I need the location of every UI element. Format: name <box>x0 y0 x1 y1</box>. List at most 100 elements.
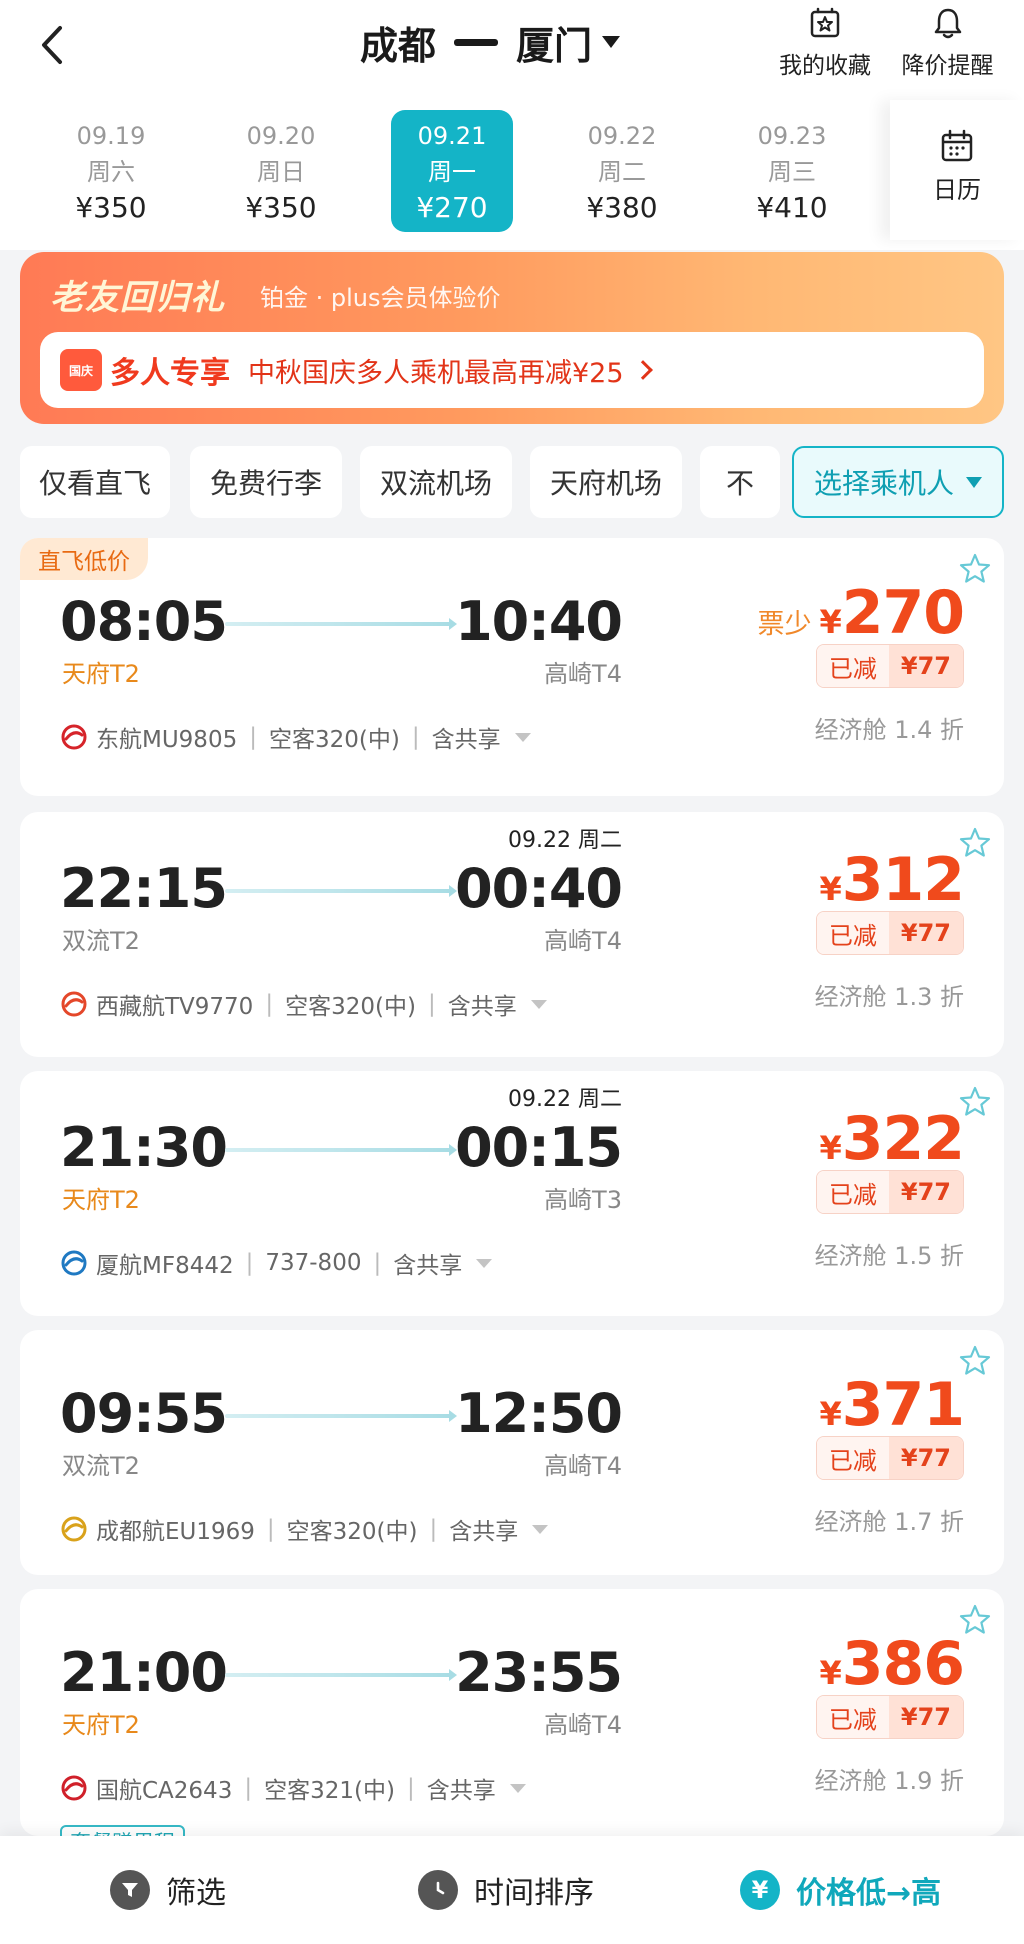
date-item-selected[interactable]: 09.21 周一 ¥270 <box>391 110 513 232</box>
aircraft-type: 空客320(中) <box>268 727 400 753</box>
aircraft-type: 空客320(中) <box>286 1519 418 1545</box>
yen-symbol: ¥ <box>819 870 842 908</box>
aircraft-type: 空客321(中) <box>264 1778 395 1804</box>
departure-terminal: 双流T2 <box>62 1452 140 1480</box>
discount-amount: ¥77 <box>888 645 963 687</box>
arrival-terminal: 高崎T4 <box>544 927 622 955</box>
chevron-right-icon <box>632 360 653 380</box>
departure-terminal: 天府T2 <box>62 660 140 688</box>
flight-price: 371 <box>841 1370 965 1440</box>
select-passenger-label: 选择乘机人 <box>813 467 954 500</box>
filter-direct-only[interactable]: 仅看直飞 <box>20 446 170 518</box>
origin-city: 成都 <box>360 23 437 68</box>
aircraft-type: 737-800 <box>265 1250 362 1276</box>
codeshare-label: 含共享 <box>431 727 501 753</box>
flight-price: 270 <box>841 578 965 648</box>
flight-card[interactable]: 09:55 12:50 双流T2 高崎T4 成都航EU1969 | 空客320(中) … <box>20 1330 1004 1575</box>
discount-label: 已减 <box>816 645 889 687</box>
discount-badge: 已减 ¥77 <box>815 1436 964 1480</box>
flight-price: 322 <box>841 1104 965 1174</box>
bottom-toolbar: 筛选 时间排序 ¥ 价格低→高 <box>0 1836 1024 1944</box>
codeshare-label: 含共享 <box>393 1253 463 1279</box>
flight-info-row[interactable]: 厦航MF8442 | 737-800 | 含共享 <box>60 1246 493 1280</box>
date-item[interactable]: 09.20 周日 ¥350 <box>220 110 342 232</box>
flight-info-row[interactable]: 东航MU9805 | 空客320(中) | 含共享 <box>60 720 531 754</box>
direct-lowprice-badge: 直飞低价 <box>20 538 148 580</box>
arrival-time: 12:50 <box>455 1382 623 1445</box>
flight-info-row[interactable]: 国航CA2643 | 空客321(中) | 含共享 <box>60 1771 526 1805</box>
banner-offer[interactable]: 国庆 多人专享 中秋国庆多人乘机最高再减¥25 <box>40 332 984 408</box>
date-item[interactable]: 09.23 周三 ¥410 <box>731 110 853 232</box>
filter-chips: 仅看直飞 免费行李 双流机场 天府机场 不 选择乘机人 <box>0 446 1024 520</box>
divider: | <box>249 724 257 750</box>
calendar-icon <box>941 129 973 162</box>
flight-info-row[interactable]: 西藏航TV9770 | 空客320(中) | 含共享 <box>60 987 547 1021</box>
chevron-left-icon <box>42 26 62 64</box>
divider: | <box>406 1775 415 1801</box>
date-weekday: 周六 <box>87 158 135 186</box>
holiday-tag-icon: 国庆 <box>60 349 102 391</box>
time-sort-button[interactable]: 时间排序 <box>418 1862 594 1918</box>
price-block: ¥ 371 <box>819 1370 965 1440</box>
departure-time: 21:00 <box>60 1641 228 1704</box>
filter-partial-chip[interactable]: 不 <box>700 446 780 518</box>
chevron-down-icon <box>966 476 982 488</box>
date-strip: 09.19 周六 ¥350 09.20 周日 ¥350 09.21 周一 ¥27… <box>0 100 1024 250</box>
arrival-time: 00:40 <box>455 857 623 920</box>
filter-label: 筛选 <box>166 1876 226 1911</box>
time-sort-label: 时间排序 <box>474 1876 594 1911</box>
date-weekday: 周日 <box>257 158 305 186</box>
cabin-discount: 经济舱 1.3 折 <box>814 983 964 1011</box>
arrival-terminal: 高崎T4 <box>544 1452 622 1480</box>
back-button[interactable] <box>30 20 80 70</box>
flight-card[interactable]: 直飞低价 08:05 10:40 天府T2 高崎T4 东航MU9805 | 空客320… <box>20 538 1004 796</box>
chevron-down-icon <box>514 732 531 742</box>
banner-title: 老友回归礼 <box>50 278 225 318</box>
chevron-down-icon <box>532 1524 549 1534</box>
departure-terminal: 天府T2 <box>62 1186 140 1214</box>
price-block: ¥ 322 <box>819 1104 965 1174</box>
airline-flight-number: 西藏航TV9770 <box>96 994 254 1020</box>
date-weekday: 周一 <box>428 158 476 186</box>
yen-symbol: ¥ <box>819 1395 842 1433</box>
yen-symbol: ¥ <box>819 603 842 641</box>
route-selector[interactable]: 成都 厦门 <box>360 14 621 70</box>
filter-shuangliu-airport[interactable]: 双流机场 <box>360 446 512 518</box>
filter-tianfu-airport[interactable]: 天府机场 <box>530 446 682 518</box>
date-item[interactable]: 09.22 周二 ¥380 <box>561 110 683 232</box>
date-day: 09.23 <box>757 122 827 150</box>
date-weekday: 周三 <box>768 158 816 186</box>
flight-card[interactable]: 09.22 周二 22:15 00:40 双流T2 高崎T4 西藏航TV9770 | 空… <box>20 812 1004 1057</box>
flight-price: 312 <box>841 845 965 915</box>
top-header: 成都 厦门 我的收藏 降价提醒 <box>0 0 1024 100</box>
offer-description: 中秋国庆多人乘机最高再减¥25 <box>248 357 624 389</box>
flight-info-row[interactable]: 成都航EU1969 | 空客320(中) | 含共享 <box>60 1512 549 1546</box>
price-sort-button[interactable]: ¥ 价格低→高 <box>740 1862 941 1918</box>
discount-badge: 已减 ¥77 <box>815 1695 964 1739</box>
favorites-button[interactable]: 我的收藏 <box>770 6 880 80</box>
departure-terminal: 天府T2 <box>62 1711 140 1739</box>
route-dash <box>454 38 499 46</box>
few-tickets-label: 票少 <box>757 609 812 640</box>
departure-time: 08:05 <box>60 590 228 653</box>
flight-card[interactable]: 09.22 周二 21:30 00:15 天府T2 高崎T3 厦航MF8442 | 73… <box>20 1071 1004 1316</box>
promo-banner[interactable]: 老友回归礼 铂金 · plus会员体验价 国庆 多人专享 中秋国庆多人乘机最高再… <box>20 252 1004 424</box>
chevron-down-icon <box>476 1258 493 1268</box>
select-passenger-button[interactable]: 选择乘机人 <box>792 446 1004 518</box>
discount-label: 已减 <box>816 1437 889 1479</box>
aircraft-type: 空客320(中) <box>285 994 416 1020</box>
price-alert-button[interactable]: 降价提醒 <box>890 6 1005 80</box>
departure-time: 22:15 <box>60 857 228 920</box>
date-item[interactable]: 09.19 周六 ¥350 <box>50 110 172 232</box>
divider: | <box>429 1516 438 1542</box>
divider: | <box>427 991 436 1017</box>
offer-title: 多人专享 <box>110 356 230 391</box>
discount-label: 已减 <box>816 1696 889 1738</box>
price-block: ¥ 312 <box>819 845 965 915</box>
flight-card[interactable]: 21:00 23:55 天府T2 高崎T4 国航CA2643 | 空客321(中) |… <box>20 1589 1004 1859</box>
yen-symbol: ¥ <box>819 1654 842 1692</box>
calendar-button[interactable]: 日历 <box>890 100 1024 240</box>
price-alert-label: 降价提醒 <box>901 53 994 79</box>
filter-free-baggage[interactable]: 免费行李 <box>190 446 342 518</box>
filter-button[interactable]: 筛选 <box>110 1862 226 1918</box>
